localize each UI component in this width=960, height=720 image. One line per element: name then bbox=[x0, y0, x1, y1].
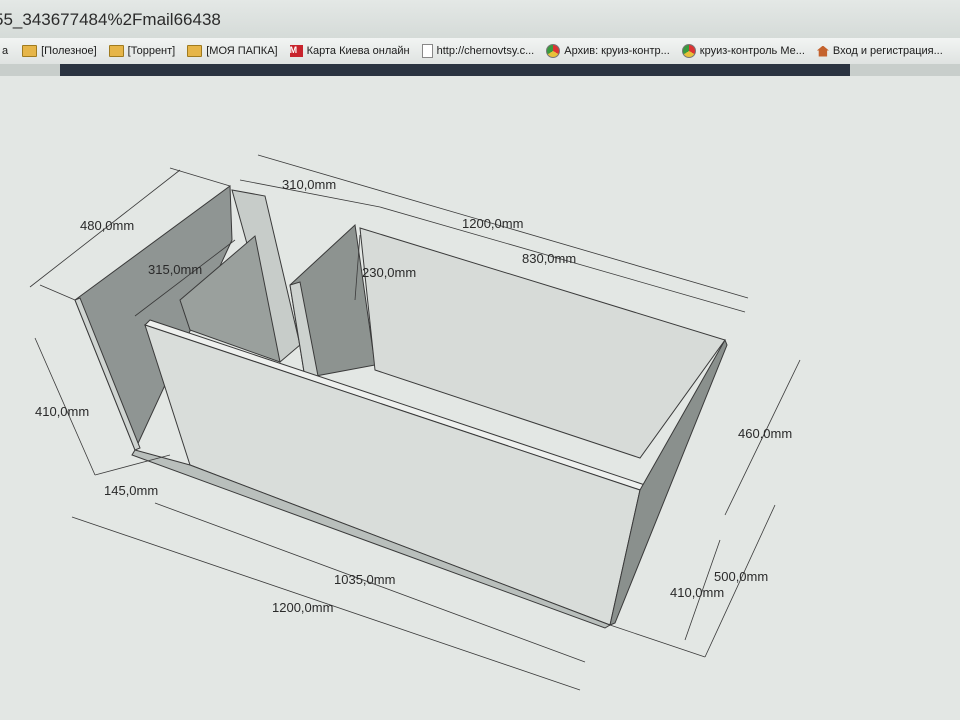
dim-front-height: 410,0mm bbox=[670, 585, 724, 600]
dim-partition-depth: 230,0mm bbox=[362, 265, 416, 280]
dim-top-length: 1200,0mm bbox=[462, 216, 523, 231]
dim-partition-gap: 310,0mm bbox=[282, 177, 336, 192]
dim-top-depth: 480,0mm bbox=[80, 218, 134, 233]
dim-left-height: 410,0mm bbox=[35, 404, 89, 419]
dim-inner-length: 830,0mm bbox=[522, 251, 576, 266]
box-drawing: 480,0mm 310,0mm 1200,0mm 830,0mm 315,0mm… bbox=[29, 154, 801, 691]
dim-bottom-length: 1200,0mm bbox=[272, 600, 333, 615]
dim-right-height: 460,0mm bbox=[738, 426, 792, 441]
dim-inner-depth: 315,0mm bbox=[148, 262, 202, 277]
dim-outer-height: 500,0mm bbox=[714, 569, 768, 584]
dim-offset: 145,0mm bbox=[104, 483, 158, 498]
dim-front-length: 1035,0mm bbox=[334, 572, 395, 587]
